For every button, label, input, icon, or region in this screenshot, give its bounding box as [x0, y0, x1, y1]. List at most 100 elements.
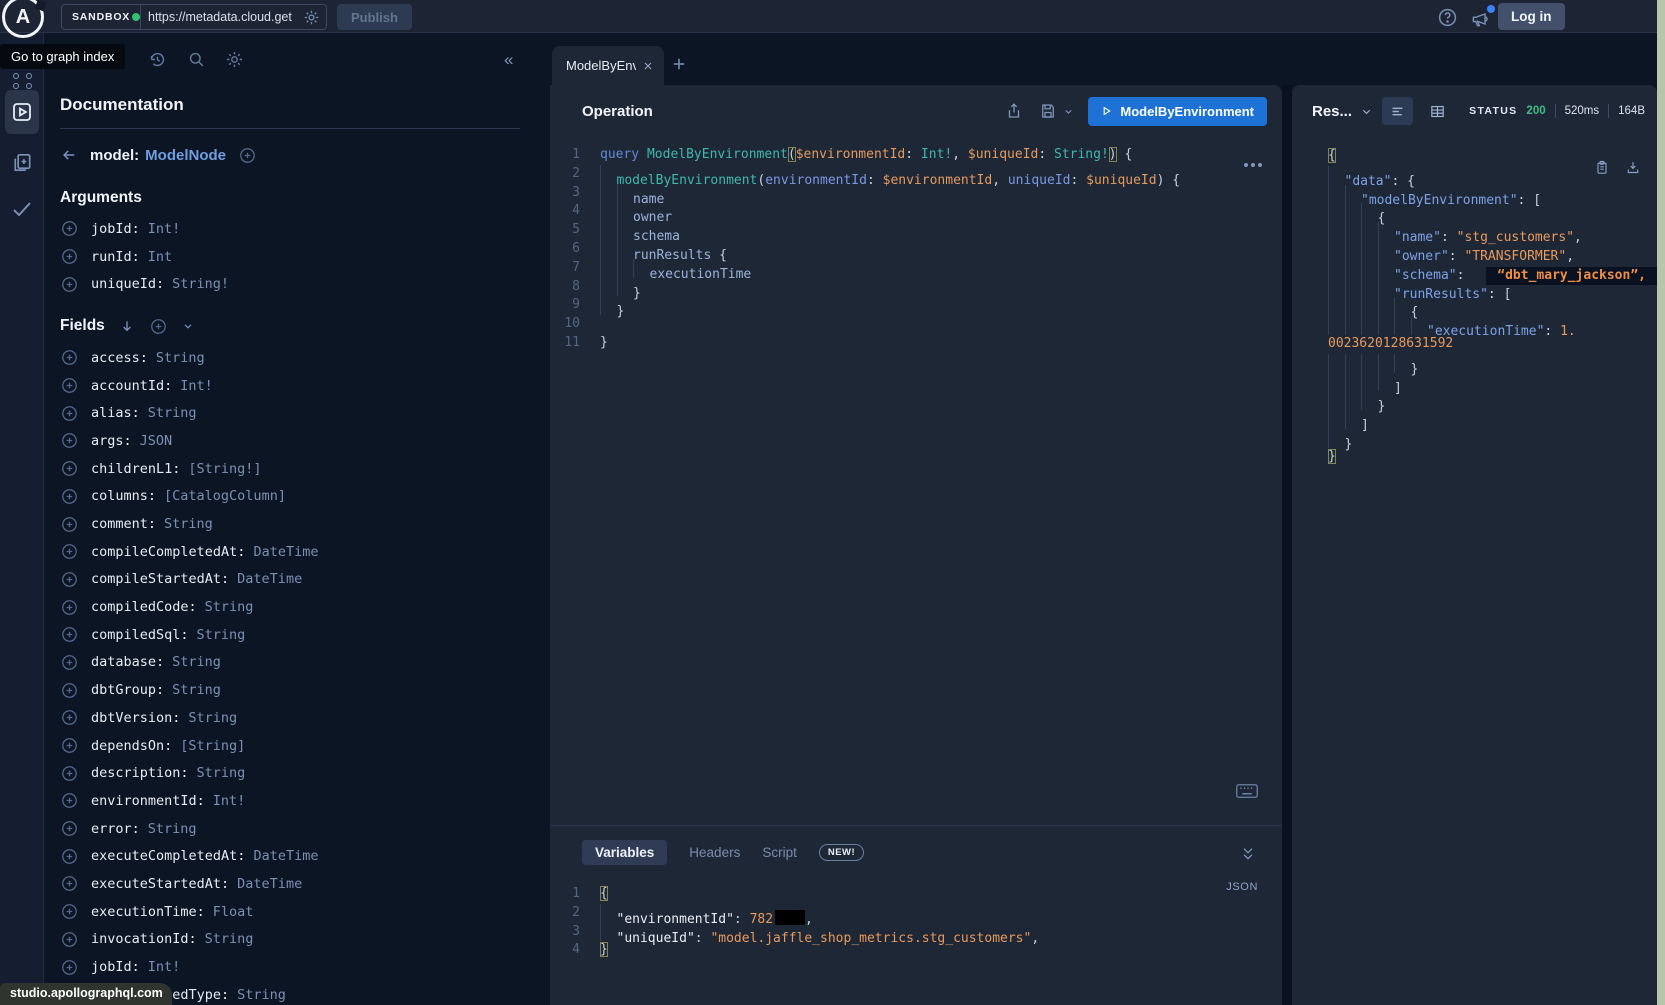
- variables-editor[interactable]: 1{2"environmentId": 782,3"uniqueId": "mo…: [550, 885, 1039, 960]
- graph-index-icon[interactable]: [13, 73, 19, 79]
- code-line: "executionTime": 1.: [1324, 316, 1657, 335]
- add-field-icon[interactable]: [60, 653, 79, 672]
- tab-modelbyenvironment[interactable]: ModelByEnvi...: [552, 46, 664, 85]
- fields-header: Fields: [60, 314, 520, 338]
- search-icon[interactable]: [187, 50, 206, 69]
- model-type-link[interactable]: ModelNode: [145, 147, 226, 164]
- code-line: "data": {: [1324, 166, 1657, 185]
- run-operation-button[interactable]: ModelByEnvironment: [1088, 97, 1267, 126]
- add-field-icon[interactable]: [60, 708, 79, 727]
- indent-guide: [1361, 391, 1378, 410]
- field-name: accountId:: [91, 378, 172, 394]
- add-field-icon[interactable]: [60, 404, 79, 423]
- add-field-icon[interactable]: [60, 459, 79, 478]
- field-type: Int: [148, 249, 172, 265]
- raw-view-toggle[interactable]: [1382, 97, 1413, 125]
- field-type: String: [197, 627, 246, 643]
- sidebar-item-collections[interactable]: [10, 151, 33, 174]
- add-field-icon[interactable]: [60, 764, 79, 783]
- add-field-icon[interactable]: [60, 819, 79, 838]
- save-operation-icon[interactable]: [1039, 102, 1057, 120]
- graph-index-icon[interactable]: [26, 83, 32, 89]
- add-field-icon[interactable]: [60, 570, 79, 589]
- collapse-docs-icon[interactable]: «: [504, 50, 513, 70]
- add-field-icon[interactable]: [60, 736, 79, 755]
- tab-headers[interactable]: Headers: [689, 845, 740, 860]
- indent-guide: [1411, 316, 1428, 335]
- add-field-icon[interactable]: [60, 930, 79, 949]
- publish-button[interactable]: Publish: [337, 4, 412, 30]
- share-operation-icon[interactable]: [1005, 102, 1023, 120]
- field-row: jobId:Int!: [60, 953, 520, 981]
- field-type: String: [148, 821, 197, 837]
- add-field-icon[interactable]: [60, 791, 79, 810]
- tab-variables[interactable]: Variables: [582, 840, 667, 865]
- add-field-icon[interactable]: [60, 487, 79, 506]
- add-all-fields-icon[interactable]: [149, 317, 168, 336]
- field-name: childrenL1:: [91, 461, 180, 477]
- field-type: [CatalogColumn]: [164, 488, 286, 504]
- graph-index-icon[interactable]: [13, 83, 19, 89]
- operation-editor[interactable]: 1query ModelByEnvironment($environmentId…: [550, 146, 1180, 353]
- response-dropdown-chevron-icon[interactable]: [1360, 105, 1373, 118]
- endpoint-url[interactable]: https://metadata.cloud.get: [148, 10, 301, 24]
- code-line: }: [1324, 429, 1657, 448]
- indent-guide: [600, 278, 617, 297]
- history-icon[interactable]: [148, 50, 167, 69]
- sidebar-item-checklist[interactable]: [10, 197, 34, 221]
- add-field-icon[interactable]: [60, 275, 79, 294]
- add-field-icon[interactable]: [60, 847, 79, 866]
- save-options-chevron-icon[interactable]: [1063, 106, 1074, 117]
- sidebar-item-explorer[interactable]: [5, 90, 39, 134]
- code-line: 4owner: [550, 202, 1180, 221]
- add-field-icon[interactable]: [60, 681, 79, 700]
- back-arrow-icon[interactable]: [60, 146, 78, 164]
- editor-menu-icon[interactable]: [1244, 163, 1262, 167]
- tab-script[interactable]: Script: [762, 845, 797, 860]
- close-tab-icon[interactable]: [642, 60, 654, 72]
- add-field-icon[interactable]: [60, 247, 79, 266]
- add-field-icon[interactable]: [60, 598, 79, 617]
- code-line: 6runResults {: [550, 240, 1180, 259]
- indent-guide: [1345, 354, 1362, 373]
- add-field-icon[interactable]: [60, 874, 79, 893]
- help-icon[interactable]: [1437, 7, 1458, 28]
- code-line: ]: [1324, 373, 1657, 392]
- table-view-toggle[interactable]: [1422, 97, 1453, 125]
- add-field-icon[interactable]: [60, 902, 79, 921]
- line-number: 2: [550, 904, 596, 923]
- add-field-icon[interactable]: [60, 958, 79, 977]
- add-field-icon[interactable]: [60, 515, 79, 534]
- code-line: "schema": “dbt_mary_jackson”,: [1324, 260, 1657, 279]
- indent-guide: [600, 923, 617, 942]
- docs-title: Documentation: [60, 95, 520, 129]
- settings-gear-icon[interactable]: [225, 50, 244, 69]
- fields-options-chevron-icon[interactable]: [182, 320, 194, 332]
- documentation-panel: Documentation model: ModelNode Arguments…: [60, 95, 520, 1005]
- indent-guide: [1345, 222, 1362, 241]
- collapse-panel-double-chevron-icon[interactable]: [1240, 845, 1256, 863]
- field-type: String: [205, 599, 254, 615]
- endpoint-settings-gear-icon[interactable]: [303, 9, 320, 26]
- add-field-icon[interactable]: [60, 376, 79, 395]
- add-field-icon[interactable]: [60, 431, 79, 450]
- graph-index-icon[interactable]: [26, 73, 32, 79]
- indent-guide: [600, 296, 617, 315]
- sort-fields-icon[interactable]: [119, 318, 135, 334]
- login-button[interactable]: Log in: [1498, 3, 1565, 30]
- indent-guide: [600, 240, 617, 259]
- keyboard-shortcuts-icon[interactable]: [1236, 783, 1258, 799]
- code-line: ]: [1324, 410, 1657, 429]
- add-field-icon[interactable]: [60, 625, 79, 644]
- browser-status-bar: studio.apollographql.com: [0, 983, 172, 1005]
- add-field-icon[interactable]: [60, 348, 79, 367]
- add-field-icon[interactable]: [60, 542, 79, 561]
- indent-guide: [1328, 316, 1345, 335]
- new-tab-icon[interactable]: [670, 55, 688, 73]
- field-name: invocationId:: [91, 931, 197, 947]
- add-field-icon[interactable]: [60, 219, 79, 238]
- argument-row: runId:Int: [60, 243, 520, 271]
- endpoint-url-field[interactable]: https://metadata.cloud.get: [122, 4, 327, 30]
- add-type-icon[interactable]: [238, 146, 257, 165]
- indent-guide: [1345, 373, 1362, 392]
